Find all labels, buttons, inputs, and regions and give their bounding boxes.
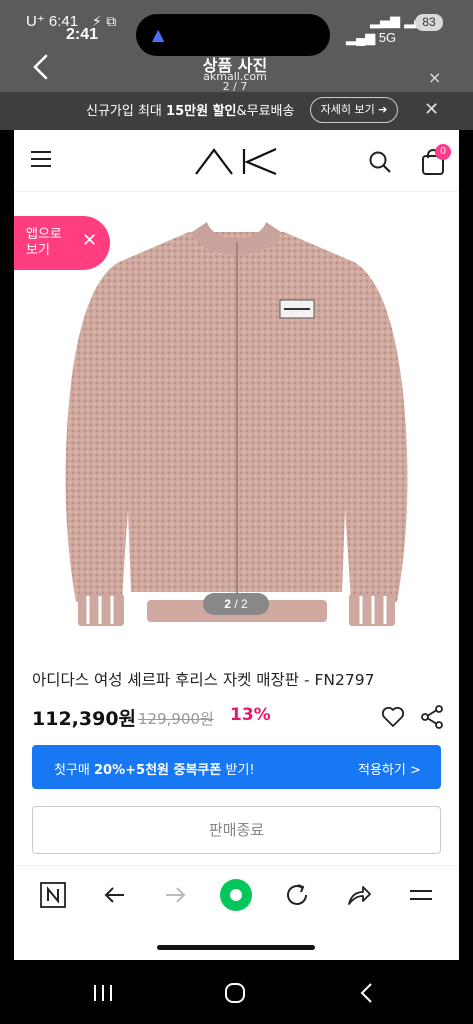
promo-close-icon[interactable]: ✕ (424, 99, 439, 120)
promo-suffix: &무료배송 (236, 104, 295, 119)
home-indicator (157, 945, 315, 950)
navigation-arrow-icon: ▲ (152, 25, 165, 44)
battery-icon: 83 (415, 14, 443, 31)
price-row: 112,390원 129,900원 13% (32, 704, 452, 732)
share-icon[interactable] (420, 704, 444, 730)
green-dot-icon[interactable] (219, 878, 253, 912)
forward-arrow-icon[interactable] (160, 880, 190, 910)
viewer-back-icon[interactable] (28, 52, 54, 82)
coupon-banner[interactable]: 첫구매 20%+5천원 중복쿠폰 받기! 적용하기 > (32, 745, 441, 789)
promo-bold: 15만원 할인 (166, 104, 237, 119)
back-arrow-icon[interactable] (100, 880, 130, 910)
product-name: 아디다스 여성 셰르파 후리스 자켓 매장판 - FN2797 (32, 671, 375, 689)
open-in-app-pill[interactable]: 앱으로 보기 ✕ (14, 216, 110, 270)
original-price: 129,900원 (138, 710, 214, 728)
inner-time: 2:41 (66, 26, 99, 43)
viewer-close-icon[interactable]: × (428, 68, 441, 87)
cart-count-badge: 0 (435, 144, 451, 160)
inner-signal: ▂▄▆ 5G (346, 30, 397, 45)
android-back-icon[interactable] (352, 978, 382, 1008)
promo-prefix: 신규가입 최대 (86, 104, 167, 119)
refresh-icon[interactable] (282, 880, 312, 910)
android-nav-bar (0, 960, 473, 1024)
app-pill-line1: 앱으로 (26, 227, 62, 242)
naver-n-icon[interactable] (38, 880, 68, 910)
app-pill-close-icon[interactable]: ✕ (82, 230, 97, 251)
home-icon[interactable] (220, 978, 250, 1008)
promo-banner: 신규가입 최대 15만원 할인&무료배송 자세히 보기 ➔ ✕ (0, 92, 473, 130)
coupon-text: 첫구매 20%+5천원 중복쿠폰 받기! (54, 759, 255, 778)
sold-out-button[interactable]: 판매종료 (32, 806, 441, 854)
share-forward-icon[interactable] (344, 880, 374, 910)
coupon-prefix: 첫구매 (54, 763, 95, 778)
app-pill-label: 앱으로 보기 (26, 227, 62, 259)
promo-text: 신규가입 최대 15만원 할인&무료배송 (86, 100, 294, 119)
hamburger-menu-icon[interactable] (30, 150, 52, 168)
search-icon[interactable] (368, 150, 392, 174)
discount-rate: 13% (230, 705, 271, 725)
coupon-apply-link[interactable]: 적용하기 > (358, 759, 421, 778)
product-page: 0 앱으로 보기 ✕ 2 / 2 아디다스 여성 셰르파 후리스 자켓 매장판 … (14, 130, 459, 960)
menu-icon[interactable] (406, 880, 436, 910)
promo-detail-button[interactable]: 자세히 보기 ➔ (310, 97, 398, 123)
site-header: 0 (14, 130, 459, 192)
app-pill-line2: 보기 (26, 243, 50, 258)
dynamic-island (136, 14, 330, 56)
recent-apps-icon[interactable] (88, 978, 118, 1008)
sale-price: 112,390원 (32, 708, 137, 730)
coupon-bold: 20%+5천원 중복쿠폰 (94, 763, 222, 778)
image-counter-sep: / (230, 597, 241, 611)
ak-logo[interactable] (194, 146, 280, 176)
image-counter-current: 2 (224, 597, 231, 611)
browser-toolbar (14, 865, 459, 925)
heart-icon[interactable] (380, 704, 406, 730)
image-counter: 2 / 2 (203, 593, 269, 615)
viewer-top-bar: U⁺ 6:41 ⚡ ⧉ ▂▄▆ ▂▄▆ 83 2:41 ▲ ▂▄▆ 5G 상품 … (0, 0, 473, 93)
coupon-suffix: 받기! (221, 763, 255, 778)
image-counter-total: 2 (241, 597, 248, 611)
